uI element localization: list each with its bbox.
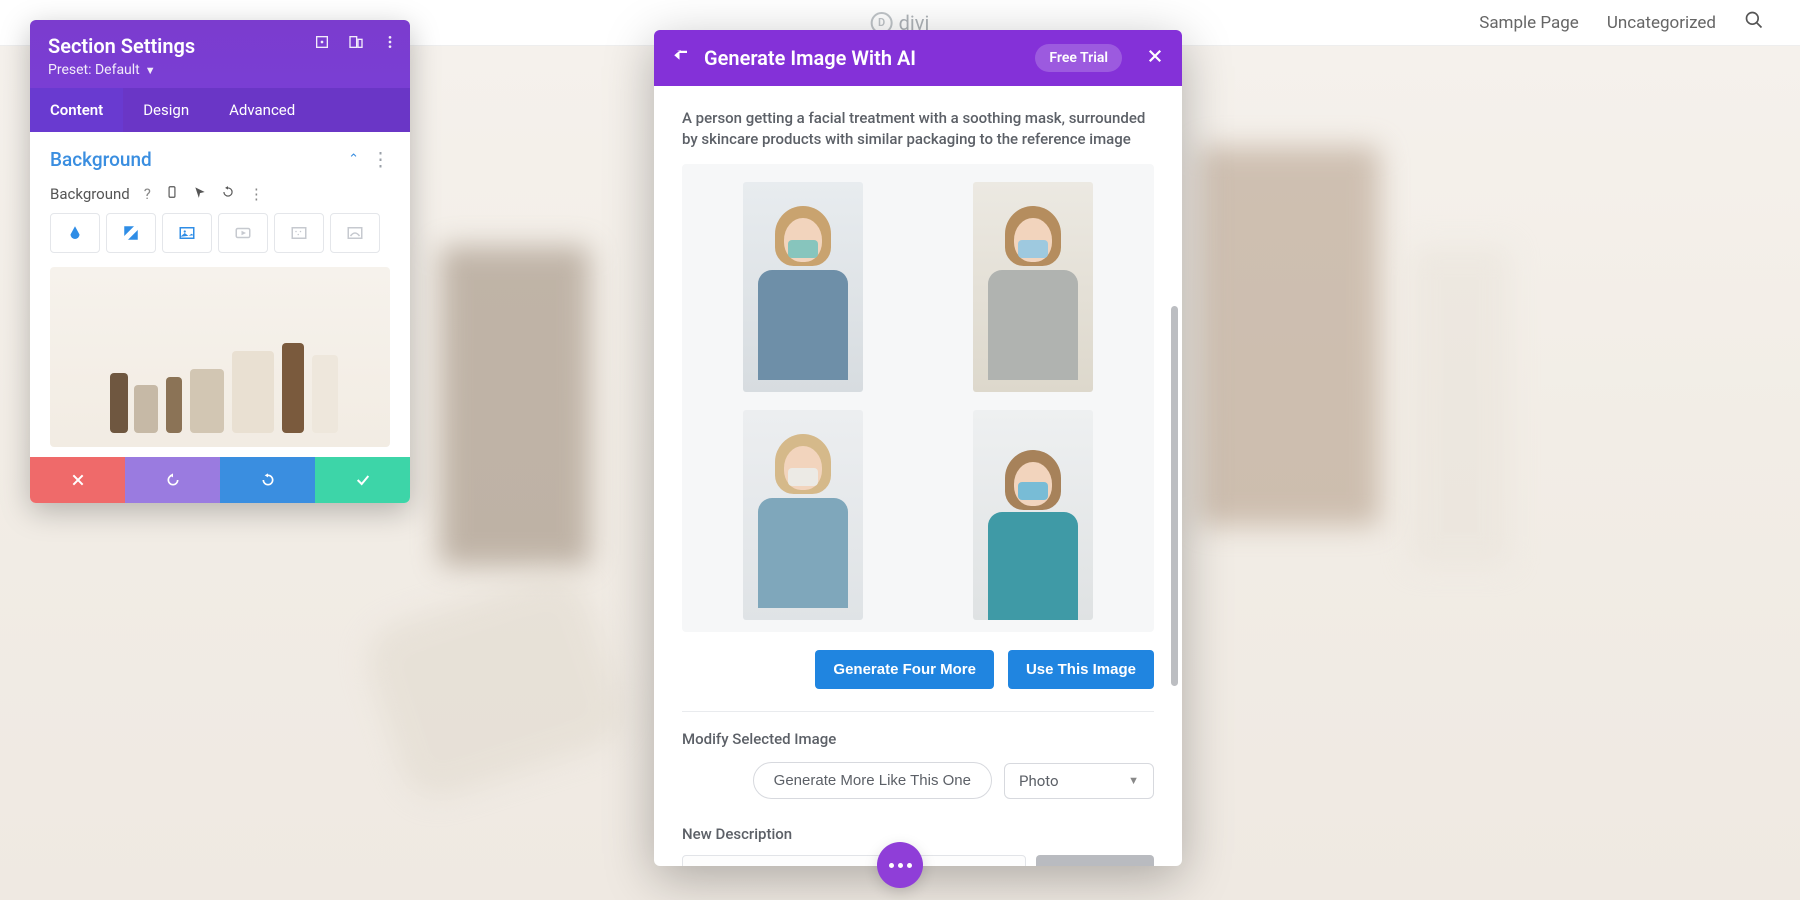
save-button[interactable] xyxy=(315,457,410,503)
generated-gallery xyxy=(682,164,1154,632)
bg-type-pattern[interactable] xyxy=(274,213,324,253)
close-icon[interactable] xyxy=(1136,47,1164,69)
generate-buttons-row: Generate Four More Use This Image xyxy=(682,650,1154,712)
reset-icon[interactable] xyxy=(221,185,235,203)
background-preview[interactable] xyxy=(50,267,390,447)
dot-icon xyxy=(889,863,894,868)
generated-image-2[interactable] xyxy=(973,182,1093,392)
cancel-button[interactable] xyxy=(30,457,125,503)
expand-icon[interactable] xyxy=(314,34,330,54)
generated-image-1[interactable] xyxy=(743,182,863,392)
back-icon[interactable] xyxy=(672,47,690,69)
generate-image-ai-modal: Generate Image With AI Free Trial A pers… xyxy=(654,30,1182,866)
settings-footer xyxy=(30,457,410,503)
modify-row: Generate More Like This One Photo ▼ xyxy=(682,762,1154,799)
ai-modal-title: Generate Image With AI xyxy=(704,46,1021,70)
more-vertical-icon[interactable]: ⋮ xyxy=(371,148,390,171)
settings-tabs: Content Design Advanced xyxy=(30,88,410,132)
dot-icon xyxy=(898,863,903,868)
new-description-heading: New Description xyxy=(682,825,1154,843)
responsive-icon[interactable] xyxy=(348,34,364,54)
chevron-down-icon: ▼ xyxy=(145,64,156,77)
hover-icon[interactable] xyxy=(193,185,207,203)
bg-type-video[interactable] xyxy=(218,213,268,253)
generated-image-3[interactable] xyxy=(743,410,863,620)
undo-button[interactable] xyxy=(125,457,220,503)
scrollbar-thumb[interactable] xyxy=(1171,306,1178,686)
background-type-row xyxy=(50,213,390,253)
prompt-text: A person getting a facial treatment with… xyxy=(682,108,1154,150)
modify-selected-heading: Modify Selected Image xyxy=(682,730,1154,748)
ai-modal-header: Generate Image With AI Free Trial xyxy=(654,30,1182,86)
regenerate-button[interactable]: Regenerate xyxy=(1036,855,1154,866)
more-vertical-icon[interactable] xyxy=(382,34,398,54)
mobile-icon[interactable] xyxy=(165,185,179,203)
dot-icon xyxy=(907,863,912,868)
tab-design[interactable]: Design xyxy=(123,88,209,132)
tab-content[interactable]: Content xyxy=(30,88,123,132)
tab-advanced[interactable]: Advanced xyxy=(209,88,315,132)
style-select[interactable]: Photo ▼ xyxy=(1004,763,1154,799)
ai-modal-body: A person getting a facial treatment with… xyxy=(654,86,1182,866)
help-icon[interactable]: ? xyxy=(144,185,151,203)
generate-more-like-button[interactable]: Generate More Like This One xyxy=(753,762,992,799)
use-this-image-button[interactable]: Use This Image xyxy=(1008,650,1154,689)
search-icon[interactable] xyxy=(1744,10,1764,35)
redo-button[interactable] xyxy=(220,457,315,503)
bg-type-mask[interactable] xyxy=(330,213,380,253)
nav-link-uncategorized[interactable]: Uncategorized xyxy=(1607,13,1716,33)
bg-type-gradient[interactable] xyxy=(106,213,156,253)
bg-type-color[interactable] xyxy=(50,213,100,253)
free-trial-badge[interactable]: Free Trial xyxy=(1035,44,1122,72)
more-vertical-icon[interactable]: ⋮ xyxy=(249,185,264,203)
preset-selector[interactable]: Preset: Default ▼ xyxy=(48,62,392,78)
bg-type-image[interactable] xyxy=(162,213,212,253)
settings-header: Section Settings Preset: Default ▼ xyxy=(30,20,410,88)
settings-body: Background ⌃ ⋮ Background ? ⋮ xyxy=(30,132,410,457)
chevron-down-icon: ▼ xyxy=(1128,774,1139,787)
chevron-up-icon[interactable]: ⌃ xyxy=(348,152,359,167)
background-section-header[interactable]: Background ⌃ ⋮ xyxy=(50,148,390,171)
generated-image-4[interactable] xyxy=(973,410,1093,620)
generate-four-more-button[interactable]: Generate Four More xyxy=(815,650,994,689)
more-actions-fab[interactable] xyxy=(877,842,923,888)
nav-link-sample-page[interactable]: Sample Page xyxy=(1479,13,1579,33)
refine-prompt-input[interactable] xyxy=(682,855,1026,866)
style-select-value: Photo xyxy=(1019,772,1059,790)
background-field-label: Background ? ⋮ xyxy=(50,185,390,203)
section-settings-panel: Section Settings Preset: Default ▼ Conte… xyxy=(30,20,410,503)
